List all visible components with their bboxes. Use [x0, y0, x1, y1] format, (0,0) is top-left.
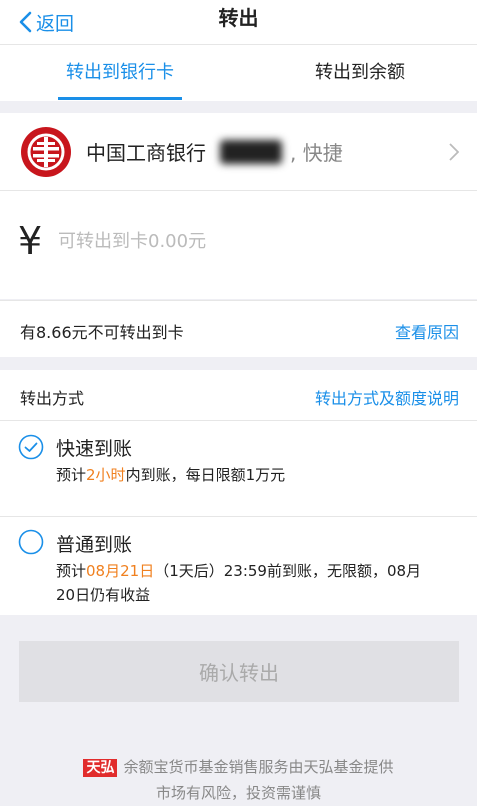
tab-to-bank-card[interactable]: 转出到银行卡 — [50, 45, 190, 101]
tianhong-logo: 天弘 — [83, 759, 118, 777]
view-reason-link[interactable]: 查看原因 — [395, 319, 459, 343]
amount-section: ¥ — [0, 191, 477, 299]
option-title: 普通到账 — [56, 534, 133, 556]
bank-name: 中国工商银行 — [86, 141, 206, 165]
desc-suffix: 内到账，每日限额1万元 — [125, 466, 286, 484]
confirm-transfer-button[interactable]: 确认转出 — [19, 641, 459, 702]
option-description: 预计2小时内到账，每日限额1万元 — [56, 463, 285, 487]
desc-suffix: （1天后）23:59前到账，无限额，08月 — [154, 562, 422, 580]
icbc-logo-icon — [21, 127, 71, 177]
unchecked-circle-icon[interactable] — [18, 529, 44, 555]
bank-type: , 快捷 — [290, 141, 343, 165]
checked-circle-icon[interactable] — [18, 434, 44, 460]
masked-card-number — [220, 140, 282, 164]
page-title: 转出 — [218, 6, 259, 30]
transfer-method-header: 转出方式 转出方式及额度说明 — [0, 370, 477, 421]
desc-highlight: 08月21日 — [86, 562, 155, 580]
chevron-right-icon — [449, 143, 459, 161]
desc-prefix: 预计 — [56, 466, 87, 484]
desc-highlight: 2小时 — [86, 466, 126, 484]
desc-prefix: 预计 — [56, 562, 87, 580]
option-title: 快速到账 — [56, 438, 133, 460]
desc-line2: 20日仍有收益 — [56, 586, 151, 604]
active-tab-indicator — [58, 97, 182, 100]
nav-bar: 返回 转出 — [0, 0, 477, 44]
transfer-method-title: 转出方式 — [20, 389, 85, 408]
option-description: 预计08月21日（1天后）23:59前到账，无限额，08月 20日仍有收益 — [56, 559, 456, 607]
method-limit-info-link[interactable]: 转出方式及额度说明 — [315, 385, 459, 409]
footer-disclaimer: 天弘 余额宝货币基金销售服务由天弘基金提供 市场有风险，投资需谨慎 — [0, 754, 477, 806]
non-transferable-notice: 有8.66元不可转出到卡 — [20, 323, 184, 342]
footer-line2: 市场有风险，投资需谨慎 — [155, 784, 321, 802]
option-normal-arrival[interactable]: 普通到账 预计08月21日（1天后）23:59前到账，无限额，08月 20日仍有… — [0, 517, 477, 615]
footer-line1: 余额宝货币基金销售服务由天弘基金提供 — [123, 758, 394, 776]
tab-to-balance[interactable]: 转出到余额 — [290, 45, 430, 101]
yen-icon: ¥ — [18, 219, 43, 263]
tab-bar: 转出到银行卡 转出到余额 — [0, 44, 477, 101]
notice-row: 有8.66元不可转出到卡 查看原因 — [0, 300, 477, 357]
amount-input[interactable] — [58, 231, 418, 252]
option-fast-arrival[interactable]: 快速到账 预计2小时内到账，每日限额1万元 — [0, 421, 477, 517]
